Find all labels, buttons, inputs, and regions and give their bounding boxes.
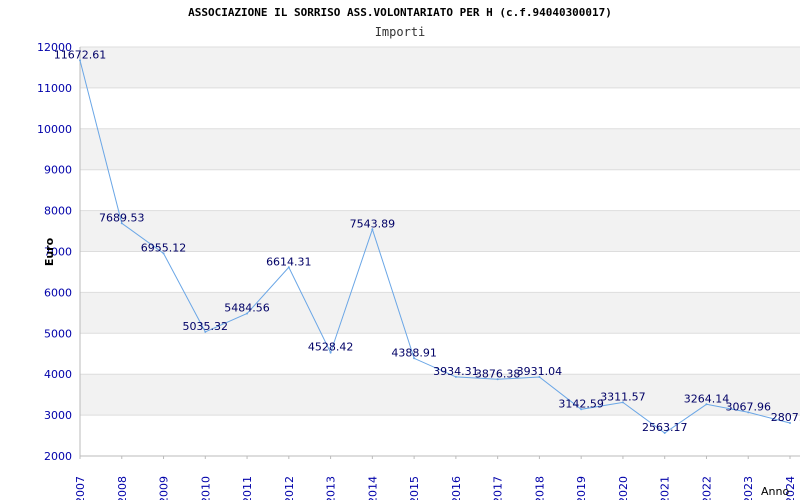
x-tick-label: 2020	[617, 476, 630, 500]
grid-band	[80, 47, 800, 88]
x-tick-label: 2007	[74, 476, 87, 500]
data-label: 3876.38	[475, 367, 521, 380]
x-tick-label: 2022	[700, 476, 713, 500]
x-tick-label: 2010	[199, 476, 212, 500]
data-label: 3311.57	[600, 390, 646, 403]
data-label: 3931.04	[517, 365, 563, 378]
data-label: 4528.42	[308, 341, 354, 354]
y-tick-label: 9000	[44, 164, 72, 177]
data-label: 7689.53	[99, 211, 145, 224]
x-tick-label: 2017	[492, 476, 505, 500]
data-label: 5035.32	[183, 320, 229, 333]
grid-band	[80, 251, 800, 293]
data-label: 3067.96	[725, 400, 771, 413]
data-label: 3142.59	[558, 397, 604, 410]
line-chart: 2000300040005000600070008000900010000110…	[37, 41, 800, 500]
x-tick-label: 2008	[116, 476, 129, 500]
x-axis-title: Anno	[761, 485, 789, 498]
data-label: 6955.12	[141, 241, 187, 254]
x-tick-label: 2009	[158, 476, 171, 500]
y-tick-label: 6000	[44, 286, 72, 299]
data-label: 7543.89	[350, 217, 396, 230]
data-label: 3264.14	[684, 392, 730, 405]
x-tick-label: 2012	[283, 476, 296, 500]
x-tick-label: 2014	[366, 476, 379, 500]
data-label: 11672.61	[54, 48, 107, 61]
x-tick-label: 2011	[241, 476, 254, 500]
grid-band	[80, 87, 800, 129]
y-axis-title: Euro	[43, 237, 56, 266]
data-label: 4388.91	[391, 346, 437, 359]
grid-band	[80, 210, 800, 252]
data-label: 5484.56	[224, 301, 270, 314]
x-tick-label: 2018	[533, 476, 546, 500]
y-tick-label: 3000	[44, 409, 72, 422]
y-tick-label: 2000	[44, 450, 72, 463]
y-tick-label: 5000	[44, 327, 72, 340]
y-tick-label: 8000	[44, 205, 72, 218]
y-tick-label: 11000	[37, 82, 72, 95]
y-tick-label: 10000	[37, 123, 72, 136]
grid-band	[80, 169, 800, 211]
grid-band	[80, 415, 800, 456]
grid-band	[80, 128, 800, 170]
y-tick-label: 4000	[44, 368, 72, 381]
x-tick-label: 2013	[325, 476, 338, 500]
x-tick-label: 2023	[742, 476, 755, 500]
data-label: 6614.31	[266, 255, 312, 268]
data-label: 3934.31	[433, 365, 479, 378]
x-tick-label: 2016	[450, 476, 463, 500]
data-label: 2563.17	[642, 421, 688, 434]
data-label: 2807.2	[771, 411, 800, 424]
x-tick-label: 2021	[659, 476, 672, 500]
x-tick-label: 2015	[408, 476, 421, 500]
x-tick-label: 2019	[575, 476, 588, 500]
chart-container: ASSOCIAZIONE IL SORRISO ASS.VOLONTARIATO…	[0, 0, 800, 500]
